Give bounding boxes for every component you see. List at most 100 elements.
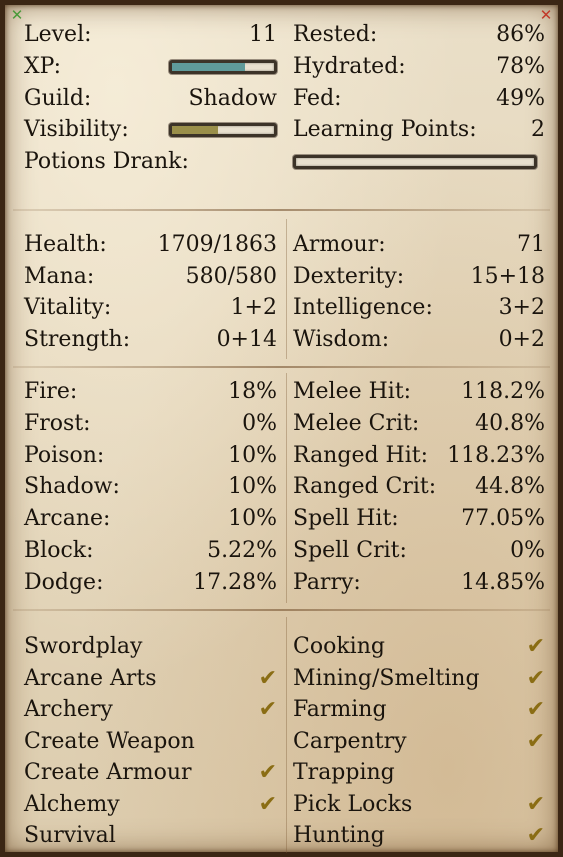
learning-points-row: Learning Points: 2 bbox=[293, 114, 545, 145]
skill-label: Trapping bbox=[293, 760, 395, 785]
poison-row: Poison: 10% bbox=[24, 440, 277, 471]
spell-hit-row: Spell Hit: 77.05% bbox=[293, 503, 545, 534]
skill-create-armour[interactable]: Create Armour ✔ bbox=[24, 757, 277, 788]
intelligence-row: Intelligence: 3+2 bbox=[293, 292, 545, 323]
arcane-row: Arcane: 10% bbox=[24, 503, 277, 534]
strength-value: 0+14 bbox=[216, 326, 277, 352]
melee-crit-value: 40.8% bbox=[475, 410, 545, 436]
skill-label: Carpentry bbox=[293, 728, 407, 754]
melee-crit-row: Melee Crit: 40.8% bbox=[293, 408, 545, 439]
melee-hit-label: Melee Hit: bbox=[293, 379, 412, 404]
column-divider bbox=[286, 617, 287, 853]
skill-label: Swordplay bbox=[24, 634, 143, 659]
checkmark-icon: ✔ bbox=[258, 760, 277, 785]
mana-label: Mana: bbox=[24, 263, 95, 289]
health-value: 1709/1863 bbox=[157, 232, 277, 257]
checkmark-icon: ✔ bbox=[526, 634, 545, 659]
checkmark-icon: ✔ bbox=[258, 791, 277, 817]
block-row: Block: 5.22% bbox=[24, 535, 277, 566]
skill-label: Survival bbox=[24, 823, 116, 848]
skill-cooking[interactable]: Cooking ✔ bbox=[293, 631, 545, 662]
checkmark-icon: ✔ bbox=[526, 728, 545, 754]
ranged-crit-row: Ranged Crit: 44.8% bbox=[293, 471, 545, 502]
dodge-row: Dodge: 17.28% bbox=[24, 567, 277, 598]
skill-label: Hunting bbox=[293, 823, 385, 848]
health-row: Health: 1709/1863 bbox=[24, 229, 277, 260]
xp-row: XP: bbox=[24, 51, 277, 82]
fed-label: Fed: bbox=[293, 86, 342, 111]
visibility-row: Visibility: bbox=[24, 114, 277, 145]
skill-label: Pick Locks bbox=[293, 791, 413, 817]
ranged-crit-label: Ranged Crit: bbox=[293, 474, 437, 500]
potions-label: Potions Drank: bbox=[24, 149, 189, 174]
parry-label: Parry: bbox=[293, 569, 361, 595]
wisdom-value: 0+2 bbox=[498, 326, 545, 352]
skill-trapping[interactable]: Trapping bbox=[293, 757, 545, 788]
ranged-hit-row: Ranged Hit: 118.23% bbox=[293, 440, 545, 471]
armour-row: Armour: 71 bbox=[293, 229, 545, 260]
xp-label: XP: bbox=[24, 54, 62, 79]
skill-survival[interactable]: Survival bbox=[24, 820, 277, 851]
mana-row: Mana: 580/580 bbox=[24, 261, 277, 292]
skill-hunting[interactable]: Hunting ✔ bbox=[293, 820, 545, 851]
skill-carpentry[interactable]: Carpentry ✔ bbox=[293, 726, 545, 757]
potions-bar-row bbox=[293, 146, 545, 177]
strength-row: Strength: 0+14 bbox=[24, 324, 277, 355]
rested-label: Rested: bbox=[293, 22, 378, 47]
frost-row: Frost: 0% bbox=[24, 408, 277, 439]
visibility-bar-fill bbox=[172, 125, 218, 134]
checkmark-icon: ✔ bbox=[258, 697, 277, 722]
skill-label: Create Weapon bbox=[24, 728, 195, 754]
skill-label: Mining/Smelting bbox=[293, 665, 480, 691]
skill-archery[interactable]: Archery ✔ bbox=[24, 694, 277, 725]
parry-value: 14.85% bbox=[461, 569, 545, 595]
skill-arcane-arts[interactable]: Arcane Arts ✔ bbox=[24, 663, 277, 694]
guild-label: Guild: bbox=[24, 86, 92, 111]
learning-points-value: 2 bbox=[531, 117, 545, 142]
checkmark-icon: ✔ bbox=[526, 665, 545, 691]
expand-icon[interactable]: ✕ bbox=[9, 7, 25, 23]
dexterity-row: Dexterity: 15+18 bbox=[293, 261, 545, 292]
spell-crit-label: Spell Crit: bbox=[293, 538, 407, 563]
melee-hit-row: Melee Hit: 118.2% bbox=[293, 376, 545, 407]
skill-farming[interactable]: Farming ✔ bbox=[293, 694, 545, 725]
arcane-value: 10% bbox=[228, 506, 277, 532]
vitality-row: Vitality: 1+2 bbox=[24, 292, 277, 323]
skill-label: Arcane Arts bbox=[24, 665, 157, 691]
ranged-crit-value: 44.8% bbox=[475, 474, 545, 500]
dodge-label: Dodge: bbox=[24, 569, 104, 595]
dexterity-value: 15+18 bbox=[470, 263, 545, 289]
spell-hit-value: 77.05% bbox=[461, 506, 545, 532]
block-label: Block: bbox=[24, 538, 94, 563]
skill-label: Farming bbox=[293, 697, 387, 722]
block-value: 5.22% bbox=[207, 538, 277, 563]
xp-bar-fill bbox=[172, 62, 246, 71]
skill-label: Create Armour bbox=[24, 760, 192, 785]
melee-hit-value: 118.2% bbox=[461, 379, 545, 404]
hydrated-value: 78% bbox=[496, 54, 545, 79]
section-divider bbox=[13, 209, 550, 211]
mana-value: 580/580 bbox=[185, 263, 277, 289]
armour-value: 71 bbox=[517, 232, 545, 257]
vitality-label: Vitality: bbox=[24, 295, 112, 320]
potions-bar bbox=[293, 154, 537, 169]
level-label: Level: bbox=[24, 22, 92, 47]
ranged-hit-label: Ranged Hit: bbox=[293, 442, 429, 468]
visibility-bar bbox=[169, 122, 277, 137]
health-label: Health: bbox=[24, 232, 107, 257]
hydrated-label: Hydrated: bbox=[293, 54, 406, 79]
fire-row: Fire: 18% bbox=[24, 376, 277, 407]
xp-bar bbox=[169, 59, 277, 74]
rested-value: 86% bbox=[496, 22, 545, 47]
guild-value: Shadow bbox=[188, 86, 277, 111]
rested-row: Rested: 86% bbox=[293, 19, 545, 50]
frost-label: Frost: bbox=[24, 410, 91, 436]
skill-alchemy[interactable]: Alchemy ✔ bbox=[24, 789, 277, 820]
skill-create-weapon[interactable]: Create Weapon bbox=[24, 726, 277, 757]
skill-pick-locks[interactable]: Pick Locks ✔ bbox=[293, 789, 545, 820]
armour-label: Armour: bbox=[293, 232, 386, 257]
skill-swordplay[interactable]: Swordplay bbox=[24, 631, 277, 662]
fed-row: Fed: 49% bbox=[293, 83, 545, 114]
hydrated-row: Hydrated: 78% bbox=[293, 51, 545, 82]
skill-mining-smelting[interactable]: Mining/Smelting ✔ bbox=[293, 663, 545, 694]
